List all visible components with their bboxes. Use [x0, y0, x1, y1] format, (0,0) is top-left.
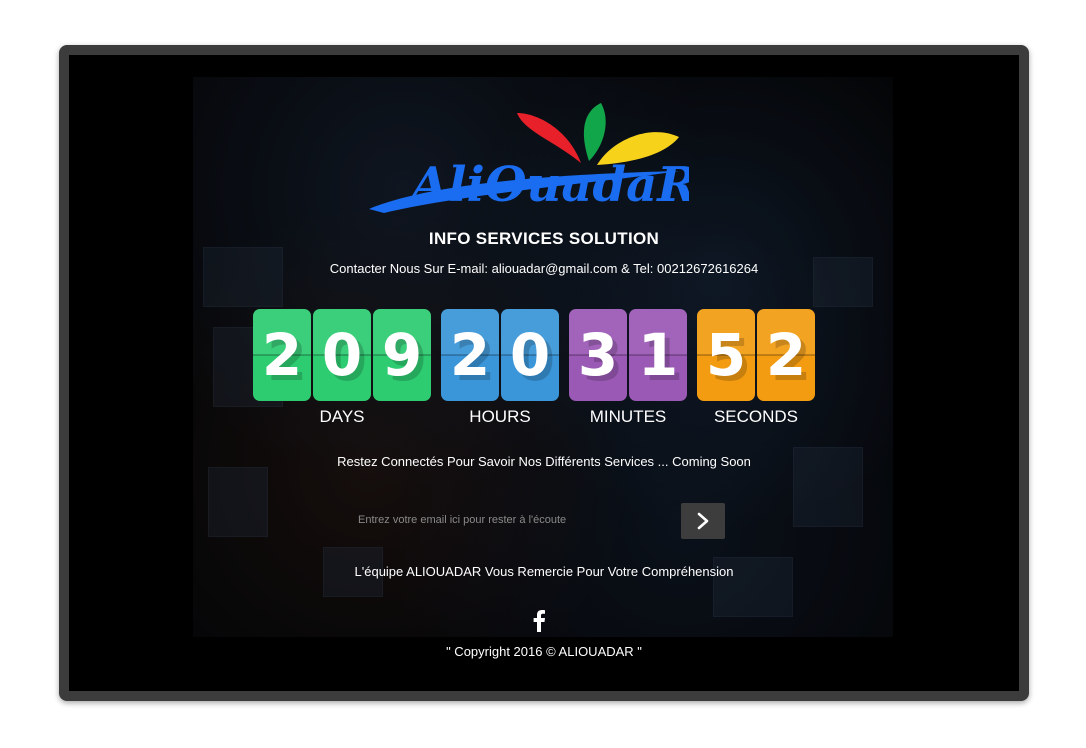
contact-info: Contacter Nous Sur E-mail: aliouadar@gma…: [329, 261, 759, 276]
days-digit: 2: [253, 309, 311, 401]
days-digit: 0: [313, 309, 371, 401]
minutes-digit: 3: [569, 309, 627, 401]
coming-soon-tagline: Restez Connectés Pour Savoir Nos Différe…: [337, 454, 751, 469]
page-viewport: AliOuadaR INFO SERVICES SOLUTION Contact…: [69, 55, 1019, 691]
days-label: DAYS: [319, 407, 365, 426]
minutes-label: MINUTES: [589, 407, 667, 426]
page-subtitle: INFO SERVICES SOLUTION: [428, 229, 660, 248]
subscribe-submit-button[interactable]: [681, 503, 725, 539]
chevron-right-icon: [697, 512, 709, 530]
seconds-digit: 5: [697, 309, 755, 401]
coming-soon-content: AliOuadaR INFO SERVICES SOLUTION Contact…: [69, 55, 1019, 691]
logo-wordmark: AliOuadaR: [407, 157, 689, 213]
email-input[interactable]: [351, 501, 671, 539]
seconds-label: SECONDS: [713, 407, 799, 426]
hours-digit: 0: [501, 309, 559, 401]
hours-label: HOURS: [469, 407, 531, 426]
facebook-icon: [533, 610, 545, 632]
seconds-digit: 2: [757, 309, 815, 401]
hours-digit: 2: [441, 309, 499, 401]
copyright-text: " Copyright 2016 © ALIOUADAR ": [446, 644, 642, 659]
facebook-link[interactable]: [532, 610, 546, 632]
minutes-digit: 1: [629, 309, 687, 401]
days-digit: 9: [373, 309, 431, 401]
countdown-timer: 2 0 9 DAYS 2 0 HOURS 3 1 MINUTES 5 2 SEC…: [253, 309, 833, 429]
thanks-message: L'équipe ALIOUADAR Vous Remercie Pour Vo…: [354, 564, 734, 579]
brand-logo: AliOuadaR: [369, 103, 689, 213]
browser-frame: AliOuadaR INFO SERVICES SOLUTION Contact…: [59, 45, 1029, 701]
subscribe-form: [351, 501, 725, 539]
